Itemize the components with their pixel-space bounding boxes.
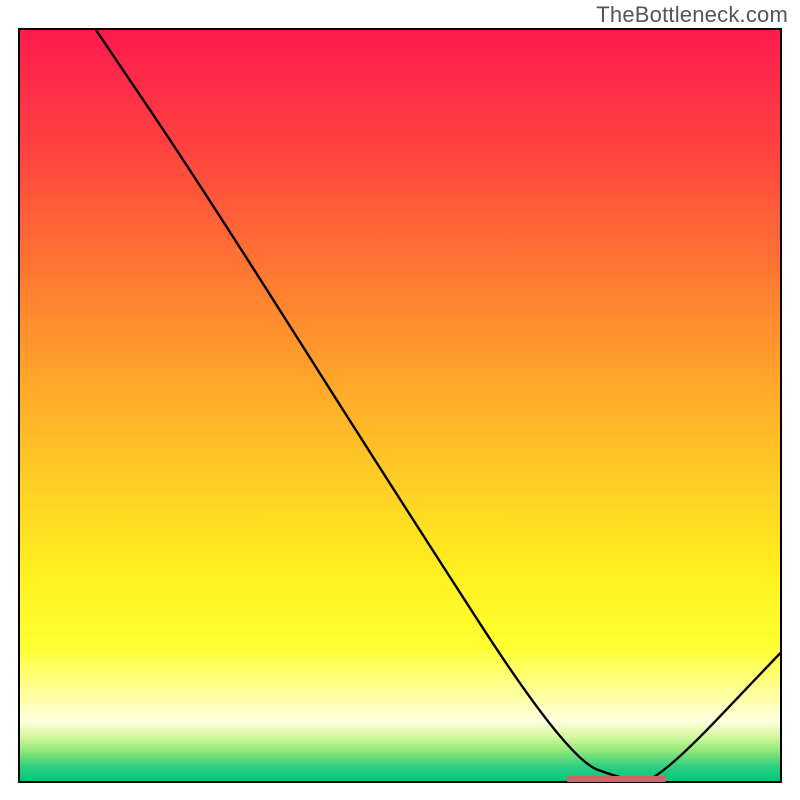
optimum-range-marker xyxy=(567,776,666,782)
chart-container: TheBottleneck.com xyxy=(0,0,800,800)
plot-area xyxy=(18,28,782,783)
bottleneck-curve xyxy=(20,30,780,781)
watermark-text: TheBottleneck.com xyxy=(596,2,788,28)
